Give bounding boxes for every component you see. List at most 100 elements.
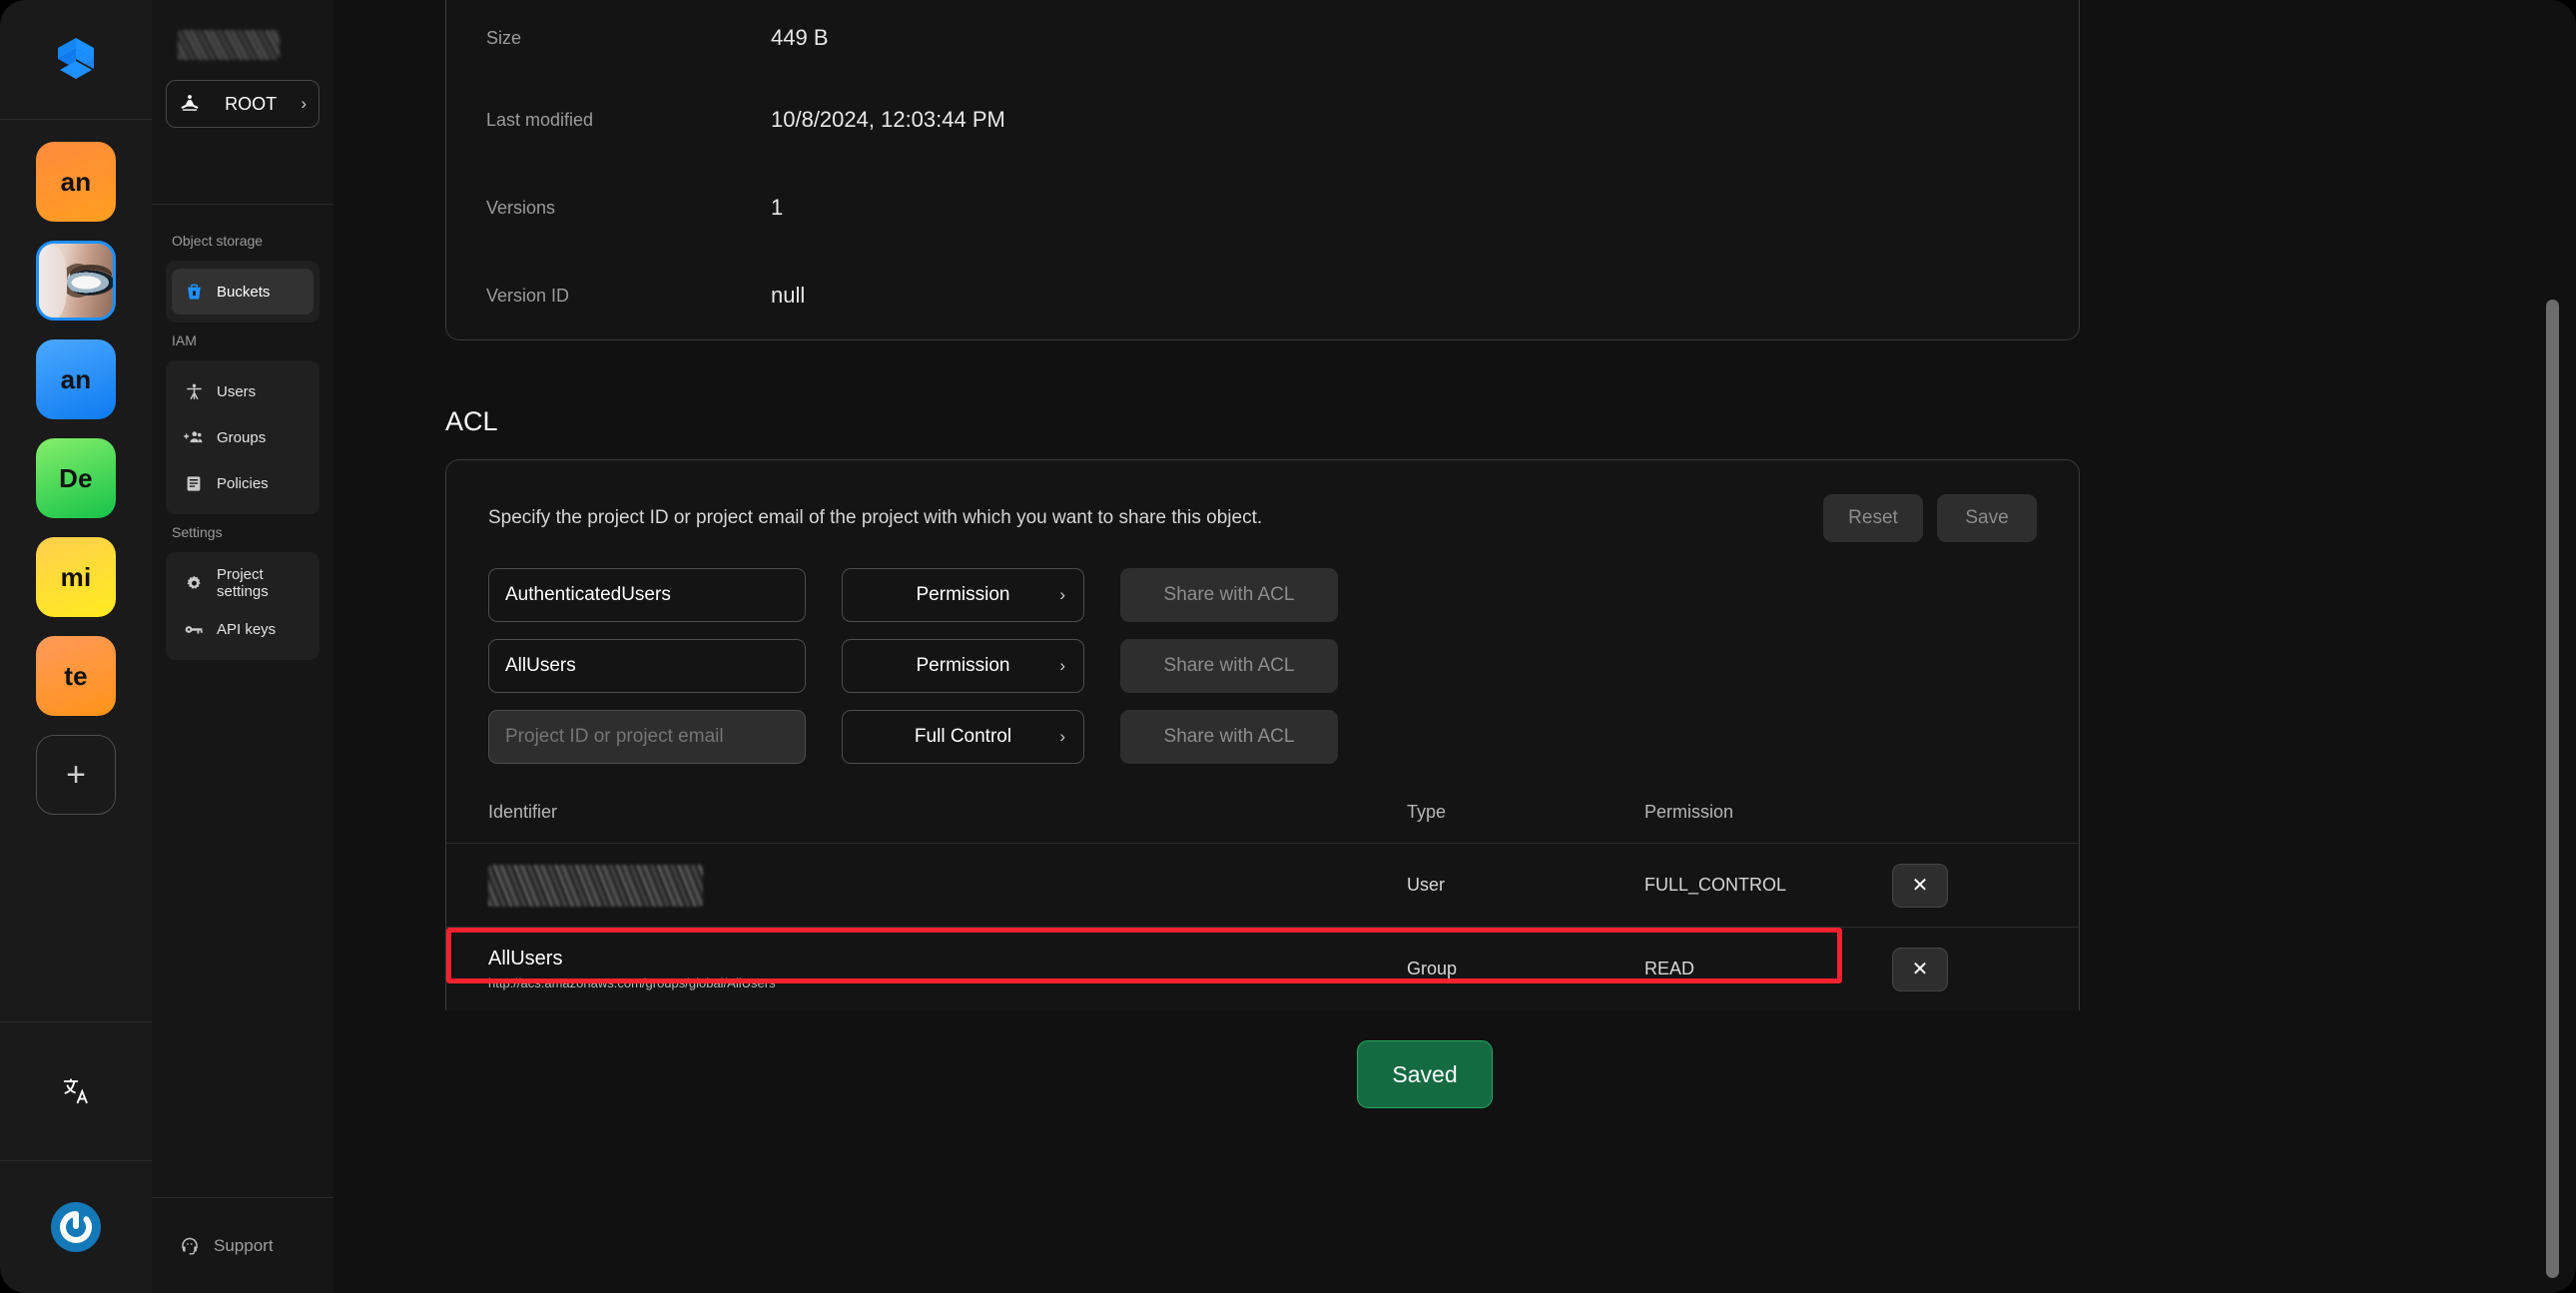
detail-row-last-modified: Last modified 10/8/2024, 12:03:44 PM: [446, 76, 2079, 164]
tile-label: an: [60, 166, 92, 197]
cell-permission: READ: [1644, 959, 1695, 978]
key-icon: [184, 619, 204, 639]
chevron-right-icon: ›: [1059, 727, 1065, 746]
brand-logo[interactable]: [0, 0, 152, 120]
sidebar-item-api-keys[interactable]: API keys: [172, 606, 314, 652]
remove-grant-button[interactable]: ✕: [1892, 863, 1948, 908]
reset-button[interactable]: Reset: [1823, 494, 1923, 542]
add-workspace-button[interactable]: +: [36, 735, 116, 815]
sidebar-item-label: Users: [217, 382, 257, 400]
language-button[interactable]: [0, 1021, 152, 1161]
save-button[interactable]: Save: [1937, 494, 2037, 542]
cell-identifier: AllUsers http://acs.amazonaws.com/groups…: [488, 948, 1407, 990]
sidebar-item-label: Buckets: [217, 283, 271, 301]
policy-icon: [184, 473, 204, 493]
cell-permission: FULL_CONTROL: [1644, 875, 1787, 895]
detail-row-version-id: Version ID null: [446, 252, 2079, 339]
detail-row-versions: Versions 1: [446, 164, 2079, 252]
workspace-tile-an-orange[interactable]: an: [36, 142, 116, 222]
table-row: AllUsers http://acs.amazonaws.com/groups…: [446, 927, 2079, 1010]
remove-grant-button[interactable]: ✕: [1892, 947, 1948, 991]
sidebar-item-groups[interactable]: Groups: [172, 414, 314, 460]
sidebar-item-support[interactable]: Support: [152, 1197, 333, 1293]
detail-value: 10/8/2024, 12:03:44 PM: [771, 107, 1005, 132]
meditation-icon: [181, 95, 199, 111]
saved-button[interactable]: Saved: [1357, 1040, 1493, 1108]
sidebar-group-settings: Project settings API keys: [166, 552, 320, 660]
headset-icon: [180, 1236, 200, 1256]
cell-actions: ✕: [1892, 947, 2079, 991]
object-details-panel: Size 449 B Last modified 10/8/2024, 12:0…: [445, 0, 2080, 340]
identifier-uri: http://acs.amazonaws.com/groups/global/A…: [488, 975, 776, 990]
acl-identifier-input-2[interactable]: [488, 639, 806, 693]
chevron-right-icon: ›: [301, 94, 307, 113]
acl-share-row: Permission › Share with ACL: [488, 568, 2037, 622]
tile-label: te: [64, 660, 88, 691]
acl-permission-label: Permission: [916, 584, 1010, 605]
cell-type: Group: [1407, 959, 1458, 978]
acl-header: Specify the project ID or project email …: [446, 460, 2079, 542]
workspace-tile-avatar-photo[interactable]: [36, 241, 116, 321]
plus-icon: +: [66, 756, 86, 794]
detail-value: 449 B: [771, 25, 829, 50]
acl-permission-select-3[interactable]: Full Control ›: [842, 710, 1084, 764]
workspace-tile-an-blue[interactable]: an: [36, 339, 116, 419]
identifier-name: AllUsers: [488, 948, 563, 970]
bucket-icon: [184, 282, 204, 302]
share-with-acl-button-1[interactable]: Share with ACL: [1120, 568, 1338, 622]
detail-key: Size: [486, 27, 522, 48]
detail-value: null: [771, 283, 806, 308]
acl-permission-label: Full Control: [914, 726, 1012, 747]
acl-permission-select-2[interactable]: Permission ›: [842, 639, 1084, 693]
project-name-label: ROOT: [225, 93, 278, 114]
chevron-right-icon: ›: [1059, 656, 1065, 675]
account-button[interactable]: [0, 1161, 152, 1293]
column-header-identifier: Identifier: [488, 801, 558, 822]
cell-type: User: [1407, 875, 1446, 895]
sidebar-group-iam: Users Groups Policies: [166, 360, 320, 514]
acl-permission-select-1[interactable]: Permission ›: [842, 568, 1084, 622]
app-window: an an De mi te + ROOT › Object storage B…: [0, 0, 2576, 1293]
acl-permission-label: Permission: [916, 655, 1010, 676]
sidebar-nav: Object storage Buckets IAM Users Groups …: [152, 205, 333, 1197]
tile-label: De: [59, 462, 93, 493]
table-row: User FULL_CONTROL ✕: [446, 843, 2079, 927]
share-with-acl-button-2[interactable]: Share with ACL: [1120, 639, 1338, 693]
sidebar-item-policies[interactable]: Policies: [172, 460, 314, 506]
sidebar-item-label: Project settings: [217, 566, 269, 600]
detail-key: Versions: [486, 197, 556, 218]
cell-identifier: [488, 864, 1407, 907]
tile-label: an: [60, 363, 92, 394]
sidebar-item-users[interactable]: Users: [172, 368, 314, 414]
saved-button-container: Saved: [333, 1040, 2516, 1108]
acl-share-row: Full Control › Share with ACL: [488, 710, 2037, 764]
acl-identifier-input-3[interactable]: [488, 710, 806, 764]
gear-icon: [184, 573, 204, 593]
column-header-type: Type: [1407, 801, 1447, 822]
redacted-project-logo: [178, 30, 280, 60]
chevron-right-icon: ›: [1059, 585, 1065, 604]
project-switcher-button[interactable]: ROOT ›: [166, 80, 320, 128]
detail-key: Last modified: [486, 109, 594, 130]
sidebar-item-buckets[interactable]: Buckets: [172, 269, 314, 315]
workspace-tile-list: an an De mi te +: [0, 120, 152, 1021]
vertical-scrollbar[interactable]: [2546, 300, 2559, 1278]
cell-actions: ✕: [1892, 863, 2079, 908]
sidebar-item-label: API keys: [217, 620, 277, 638]
cube-logo-icon: [58, 37, 94, 80]
sidebar-section-title-settings: Settings: [172, 524, 223, 540]
sidebar-group-object-storage: Buckets: [166, 261, 320, 323]
workspace-tile-te[interactable]: te: [36, 636, 116, 716]
user-icon: [184, 381, 204, 401]
detail-row-size: Size 449 B: [446, 0, 2079, 76]
workspace-tile-mi[interactable]: mi: [36, 537, 116, 617]
share-with-acl-button-3[interactable]: Share with ACL: [1120, 710, 1338, 764]
redacted-identifier: [488, 864, 703, 907]
acl-table: Identifier Type Permission User FULL_CON…: [446, 781, 2079, 1010]
translate-icon: [63, 1078, 88, 1104]
workspace-tile-de[interactable]: De: [36, 438, 116, 518]
acl-share-form: Permission › Share with ACL Permission ›…: [446, 542, 2079, 764]
sidebar-item-project-settings[interactable]: Project settings: [172, 560, 314, 606]
detail-value: 1: [771, 195, 784, 220]
acl-identifier-input-1[interactable]: [488, 568, 806, 622]
